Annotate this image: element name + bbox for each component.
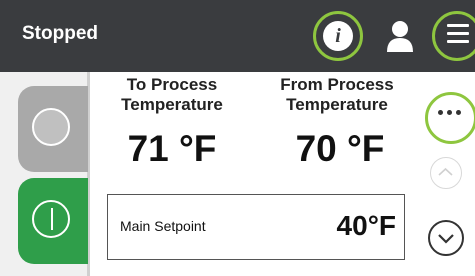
screen: Stopped i To Process Temperature 71 °F F… (0, 0, 475, 276)
from-process-label: From Process Temperature (262, 75, 412, 115)
power-button[interactable] (18, 178, 88, 264)
scroll-down-button[interactable] (428, 220, 464, 256)
setpoint-value: 40°F (336, 210, 396, 241)
chevron-down-icon (438, 234, 454, 244)
stop-button[interactable] (18, 86, 88, 172)
more-options-button[interactable] (425, 92, 475, 144)
menu-icon[interactable] (447, 24, 469, 46)
stop-indicator-icon (32, 108, 70, 146)
main-setpoint-field[interactable]: Main Setpoint 40°F (107, 194, 405, 260)
user-icon[interactable] (385, 20, 415, 52)
from-process-value: 70 °F (295, 128, 385, 169)
status-text: Stopped (22, 23, 98, 44)
info-icon[interactable]: i (323, 21, 353, 51)
to-process-label-line1: To Process (126, 75, 218, 94)
scroll-up-button[interactable] (430, 157, 462, 189)
to-process-label-line2: Temperature (121, 95, 223, 114)
from-process-label-line2: Temperature (286, 95, 388, 114)
to-process-label: To Process Temperature (97, 75, 247, 115)
from-process-label-line1: From Process (280, 75, 394, 94)
setpoint-label: Main Setpoint (120, 218, 206, 234)
to-process-value: 71 °F (127, 128, 217, 169)
more-dots-icon (438, 110, 462, 118)
power-icon-bar (51, 208, 53, 230)
header-bar: Stopped i (0, 0, 475, 72)
chevron-up-icon (438, 167, 453, 176)
